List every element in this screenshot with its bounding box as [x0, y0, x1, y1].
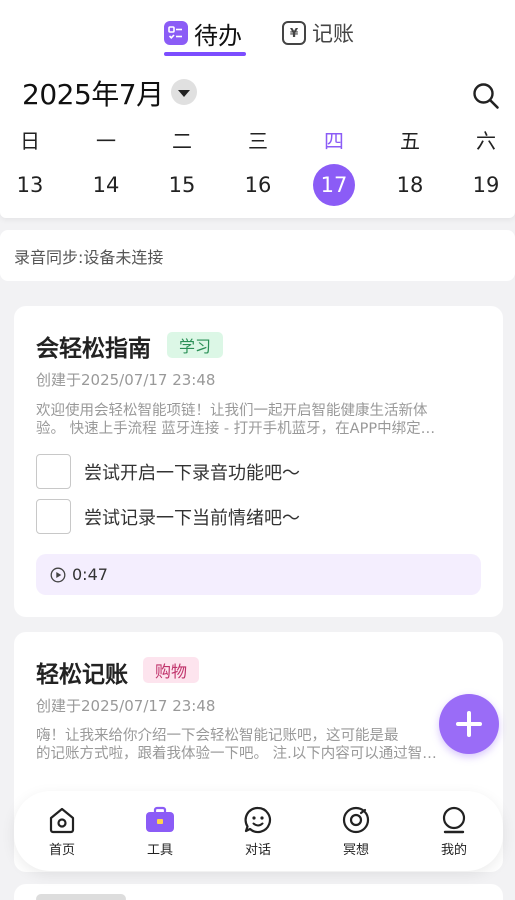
audio-player[interactable]: 0:47 — [36, 554, 481, 595]
day-tue[interactable]: 二 15 — [158, 126, 206, 197]
task-label: 尝试记录一下当前情绪吧～ — [84, 507, 300, 529]
recording-sync-status[interactable]: 录音同步:设备未连接 — [0, 230, 515, 281]
nav-label: 首页 — [48, 843, 75, 858]
task-item[interactable]: 尝试记录一下当前情绪吧～ — [36, 499, 300, 534]
description-line: 的记账方式啦，跟着我体验一下吧。 注.以下内容可以通过智… — [36, 746, 437, 762]
chat-icon — [244, 806, 272, 834]
plus-icon — [456, 711, 482, 737]
bottom-nav: 首页 工具 对话 冥想 我的 — [14, 791, 503, 871]
task-label: 尝试开启一下录音功能吧～ — [84, 462, 300, 484]
date-number: 13 — [16, 173, 44, 197]
active-tab-indicator — [164, 52, 246, 56]
task-checkbox[interactable] — [36, 499, 71, 534]
nav-chat[interactable]: 对话 — [226, 805, 290, 858]
day-fri[interactable]: 五 18 — [386, 126, 434, 197]
nav-label: 我的 — [440, 843, 467, 858]
weekday-label: 二 — [172, 129, 192, 153]
weekday-label: 五 — [400, 129, 420, 153]
month-title[interactable]: 2025年7月 — [22, 73, 164, 113]
date-number: 19 — [472, 173, 500, 197]
created-time: 创建于2025/07/17 23:48 — [36, 371, 216, 389]
category-tag: 学习 — [167, 332, 224, 358]
tab-todo-label: 待办 — [194, 21, 242, 50]
nav-home[interactable]: 首页 — [30, 805, 94, 858]
month-dropdown-button[interactable] — [171, 79, 197, 105]
nav-tools[interactable]: 工具 — [128, 805, 192, 858]
weekday-label: 一 — [96, 129, 116, 153]
card-title: 会轻松指南 — [36, 336, 151, 362]
tab-todo[interactable]: 待办 — [164, 16, 242, 50]
nav-label: 对话 — [244, 843, 271, 858]
day-mon[interactable]: 一 14 — [82, 126, 130, 197]
description-line: 欢迎使用会轻松智能项链！让我们一起开启智能健康生活新体 — [36, 403, 428, 419]
task-checkbox[interactable] — [36, 454, 71, 489]
next-card-peek — [14, 884, 503, 900]
created-time: 创建于2025/07/17 23:48 — [36, 697, 216, 715]
profile-icon — [442, 806, 466, 834]
date-number-selected: 17 — [313, 164, 355, 206]
description-line: 验。 快速上手流程 蓝牙连接 - 打开手机蓝牙，在APP中绑定… — [36, 421, 436, 437]
audio-duration: 0:47 — [72, 565, 108, 584]
nav-label: 冥想 — [342, 843, 369, 858]
date-number: 15 — [168, 173, 196, 197]
top-tabs: 待办 ¥ 记账 — [0, 16, 515, 60]
nav-meditation[interactable]: 冥想 — [324, 805, 388, 858]
weekday-label: 三 — [248, 129, 268, 153]
description-line: 嗨！让我来给你介绍一下会轻松智能记账吧，这可能是最 — [36, 728, 399, 744]
header-panel: 待办 ¥ 记账 2025年7月 日 13 一 14 二 15 三 16 四 17… — [0, 0, 515, 218]
weekday-label: 日 — [20, 129, 40, 153]
category-tag: 购物 — [143, 657, 200, 683]
card-description: 欢迎使用会轻松智能项链！让我们一起开启智能健康生活新体 验。 快速上手流程 蓝牙… — [36, 402, 476, 438]
play-icon[interactable] — [50, 567, 66, 583]
weekday-label: 六 — [476, 129, 496, 153]
nav-profile[interactable]: 我的 — [422, 805, 486, 858]
day-thu-selected[interactable]: 四 17 — [310, 126, 358, 206]
checklist-icon — [164, 21, 188, 45]
day-sun[interactable]: 日 13 — [6, 126, 54, 197]
meditation-icon — [342, 806, 370, 834]
date-number: 14 — [92, 173, 120, 197]
todo-card[interactable]: 会轻松指南 学习 创建于2025/07/17 23:48 欢迎使用会轻松智能项链… — [14, 306, 503, 617]
date-number: 16 — [244, 173, 272, 197]
day-wed[interactable]: 三 16 — [234, 126, 282, 197]
weekday-label: 四 — [324, 129, 344, 153]
card-title: 轻松记账 — [36, 662, 128, 688]
caret-down-icon — [178, 89, 190, 97]
search-icon[interactable] — [471, 81, 501, 111]
card-description: 嗨！让我来给你介绍一下会轻松智能记账吧，这可能是最 的记账方式啦，跟着我体验一下… — [36, 727, 476, 763]
day-sat[interactable]: 六 19 — [462, 126, 510, 197]
date-number: 18 — [396, 173, 424, 197]
nav-label: 工具 — [146, 843, 173, 858]
tab-ledger-label: 记账 — [312, 22, 354, 46]
task-item[interactable]: 尝试开启一下录音功能吧～ — [36, 454, 300, 489]
blurred-content — [36, 894, 126, 900]
add-button[interactable] — [439, 694, 499, 754]
tab-ledger[interactable]: ¥ 记账 — [282, 16, 354, 50]
yuan-icon: ¥ — [282, 21, 306, 45]
toolbox-icon — [146, 806, 174, 832]
home-icon — [49, 807, 75, 834]
